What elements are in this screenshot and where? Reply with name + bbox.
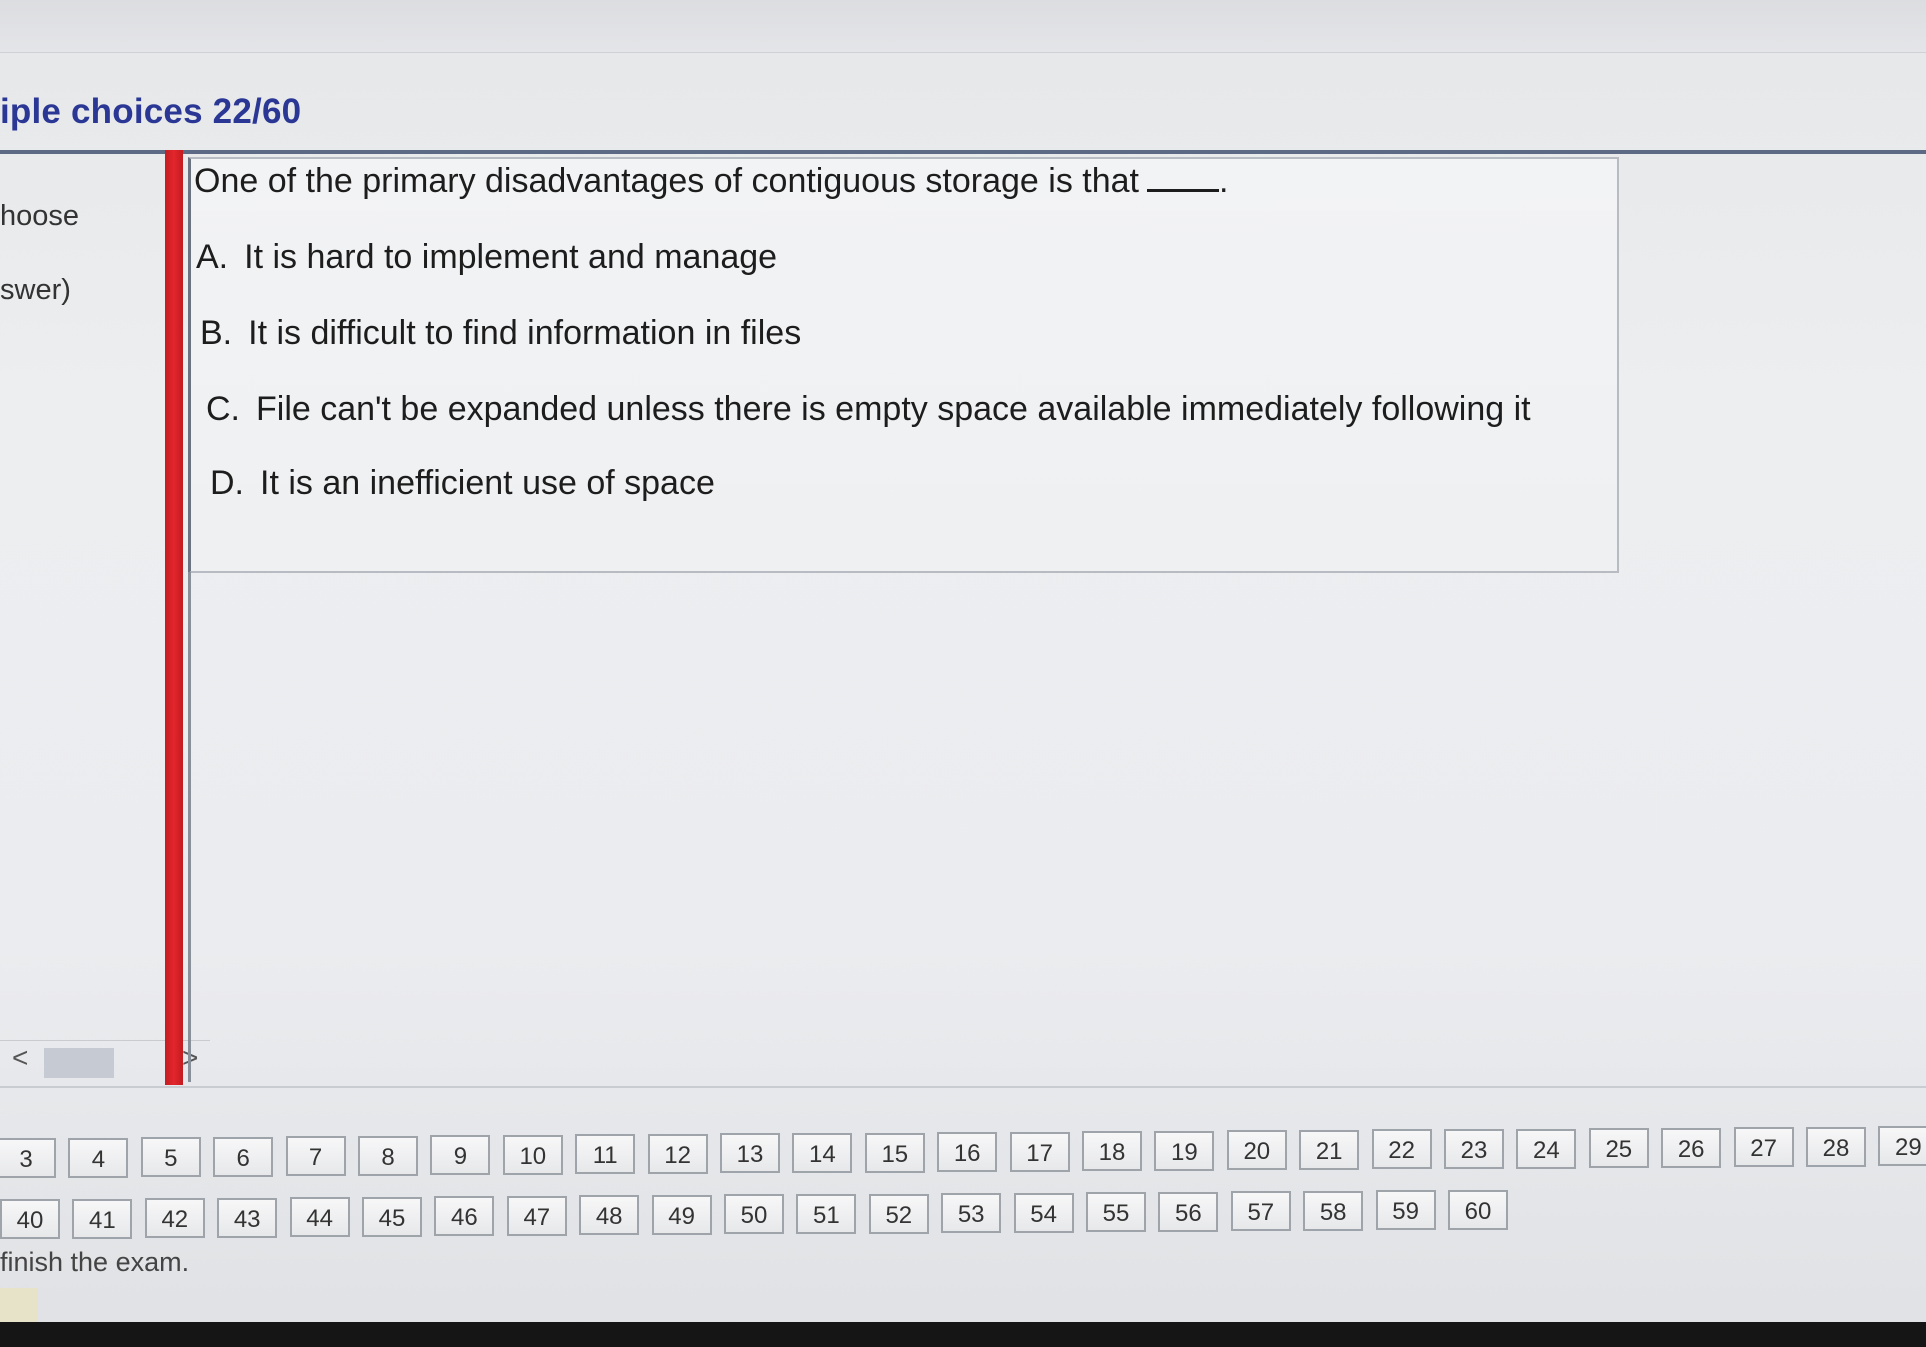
question-nav-button[interactable]: 6: [213, 1137, 274, 1177]
question-nav-button[interactable]: 43: [217, 1198, 278, 1238]
question-nav-button[interactable]: 18: [1082, 1131, 1142, 1171]
question-nav-button[interactable]: 58: [1303, 1191, 1364, 1231]
question-nav-button[interactable]: 21: [1299, 1130, 1360, 1170]
question-nav-button[interactable]: 48: [579, 1195, 640, 1235]
question-nav-button[interactable]: 54: [1013, 1193, 1074, 1233]
question-nav-button[interactable]: 29: [1878, 1126, 1926, 1166]
question-nav-button[interactable]: 50: [724, 1194, 784, 1234]
question-nav-button[interactable]: 16: [937, 1132, 998, 1172]
scrollbar-thumb[interactable]: [44, 1048, 114, 1078]
question-nav-button[interactable]: 27: [1733, 1127, 1794, 1167]
question-marker-bar: [165, 150, 183, 1085]
question-nav-button[interactable]: 14: [792, 1133, 853, 1173]
question-nav-button[interactable]: 11: [575, 1134, 636, 1174]
top-strip: [0, 0, 1926, 53]
question-nav-button[interactable]: 44: [289, 1197, 350, 1237]
question-text: One of the primary disadvantages of cont…: [194, 162, 1228, 201]
instruction-text-1: hoose: [0, 200, 80, 232]
option-a[interactable]: A. It is hard to implement and manage: [196, 238, 777, 277]
option-letter: B.: [200, 314, 233, 352]
question-nav-button[interactable]: 22: [1371, 1129, 1432, 1169]
answer-blank: [1147, 165, 1219, 192]
option-c[interactable]: C. File can't be expanded unless there is…: [206, 390, 1531, 429]
question-nav-button[interactable]: 17: [1009, 1132, 1070, 1172]
question-nav-button[interactable]: 52: [868, 1194, 929, 1234]
question-nav-button[interactable]: 53: [941, 1193, 1002, 1233]
scroll-left-icon[interactable]: <: [12, 1042, 28, 1074]
option-letter: C.: [206, 390, 240, 428]
question-nav-button[interactable]: 10: [502, 1135, 563, 1175]
question-nav-button[interactable]: 15: [864, 1133, 925, 1173]
question-nav-button[interactable]: 46: [434, 1196, 495, 1236]
content-area: [188, 572, 1926, 1082]
question-nav-button[interactable]: 23: [1444, 1129, 1504, 1169]
question-nav-button[interactable]: 26: [1661, 1128, 1722, 1168]
instruction-text-2: swer): [0, 274, 71, 306]
option-letter: D.: [210, 464, 244, 502]
question-nav-button[interactable]: 57: [1230, 1191, 1291, 1231]
question-nav-button[interactable]: 55: [1086, 1192, 1146, 1232]
monitor-bezel: [0, 1322, 1926, 1347]
question-nav-button[interactable]: 24: [1516, 1129, 1577, 1169]
question-nav-button[interactable]: 56: [1158, 1192, 1219, 1232]
page-title: iple choices 22/60: [0, 92, 302, 131]
question-nav-button[interactable]: 41: [72, 1199, 133, 1239]
option-letter: A.: [196, 238, 229, 276]
question-nav-button[interactable]: 4: [68, 1138, 129, 1178]
question-nav-button[interactable]: 51: [796, 1194, 857, 1234]
option-d[interactable]: D. It is an inefficient use of space: [210, 464, 715, 503]
question-nav-button[interactable]: 8: [358, 1136, 418, 1176]
question-nav-button[interactable]: 45: [362, 1197, 422, 1237]
option-text: It is hard to implement and manage: [244, 238, 778, 276]
option-text: It is an inefficient use of space: [260, 464, 715, 502]
question-nav-button[interactable]: 42: [144, 1198, 205, 1238]
question-box: [188, 157, 1619, 573]
question-nav-button[interactable]: 5: [140, 1137, 201, 1177]
option-text: It is difficult to find information in f…: [248, 314, 802, 352]
nav-divider: [0, 1086, 1926, 1088]
question-nav-button[interactable]: 25: [1588, 1128, 1649, 1168]
question-period: .: [1219, 162, 1229, 200]
question-nav-button[interactable]: 40: [0, 1199, 60, 1239]
question-nav-button[interactable]: 59: [1375, 1190, 1436, 1230]
finish-button[interactable]: [0, 1288, 38, 1322]
question-nav-button[interactable]: 7: [285, 1136, 346, 1176]
question-nav-button[interactable]: 9: [430, 1135, 491, 1175]
question-nav-button[interactable]: 47: [506, 1196, 567, 1236]
question-nav-button[interactable]: 49: [651, 1195, 712, 1235]
question-nav-button[interactable]: 28: [1806, 1127, 1866, 1167]
option-text: File can't be expanded unless there is e…: [256, 390, 1531, 428]
header-divider: [0, 150, 1926, 154]
option-b[interactable]: B. It is difficult to find information in…: [200, 314, 801, 353]
question-nav-button[interactable]: 19: [1154, 1131, 1215, 1171]
question-nav-button[interactable]: 60: [1448, 1190, 1508, 1230]
finish-exam-text: finish the exam.: [0, 1247, 190, 1277]
question-nav-button[interactable]: 20: [1226, 1130, 1287, 1170]
question-nav-button[interactable]: 3: [0, 1138, 56, 1178]
question-stem: One of the primary disadvantages of cont…: [194, 162, 1139, 200]
question-nav-button[interactable]: 13: [720, 1133, 780, 1173]
question-nav-button[interactable]: 12: [647, 1134, 708, 1174]
